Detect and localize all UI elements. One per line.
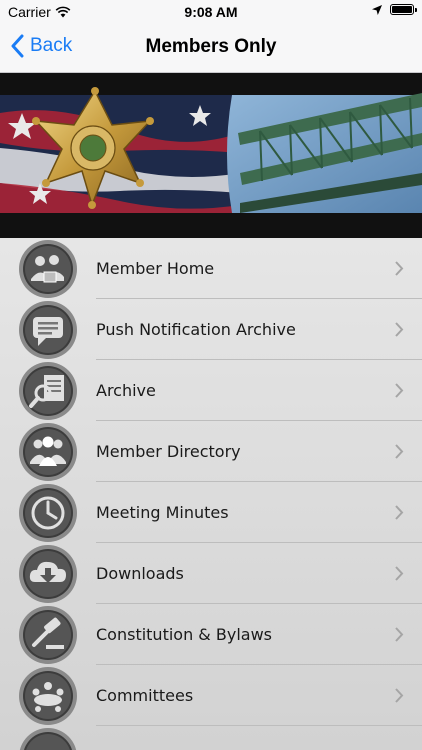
menu-item-archive[interactable]: Archive — [0, 360, 422, 421]
location-arrow-icon — [372, 4, 382, 15]
status-right-icons — [372, 4, 417, 15]
menu-item-member-home[interactable]: Member Home — [0, 238, 422, 299]
chevron-right-icon — [395, 566, 404, 581]
status-time: 9:08 AM — [184, 4, 238, 20]
chevron-right-icon — [395, 505, 404, 520]
page-title: Members Only — [145, 36, 277, 57]
menu-item-label: Constitution & Bylaws — [96, 625, 272, 644]
app-screen: Carrier 9:08 AM Back Members Only Member… — [0, 0, 422, 750]
gavel-icon — [18, 605, 78, 665]
meeting-table-icon — [18, 666, 78, 726]
menu-item-constitution-bylaws[interactable]: Constitution & Bylaws — [0, 604, 422, 665]
chevron-right-icon — [395, 627, 404, 642]
cloud-download-icon — [18, 544, 78, 604]
people-group-icon — [18, 422, 78, 482]
menu-item-label: Meeting Minutes — [96, 503, 229, 522]
menu-item-partial[interactable] — [0, 726, 422, 750]
member-home-icon — [18, 239, 78, 299]
banner-image — [0, 73, 422, 238]
menu-item-label: Push Notification Archive — [96, 320, 296, 339]
chevron-right-icon — [395, 261, 404, 276]
menu-item-label: Downloads — [96, 564, 184, 583]
header-banner — [0, 73, 422, 238]
menu-item-label: Member Home — [96, 259, 215, 278]
battery-icon — [390, 4, 417, 15]
menu-item-push-notification-archive[interactable]: Push Notification Archive — [0, 299, 422, 360]
top-bar: Carrier 9:08 AM Back Members Only — [0, 0, 422, 73]
menu-item-meeting-minutes[interactable]: Meeting Minutes — [0, 482, 422, 543]
menu-item-icon — [18, 727, 78, 750]
navigation-bar: Back Members Only — [0, 24, 422, 72]
chevron-right-icon — [395, 322, 404, 337]
clock-icon — [18, 483, 78, 543]
chevron-right-icon — [395, 688, 404, 703]
status-bar: Carrier 9:08 AM — [0, 0, 422, 24]
bridge-image — [227, 93, 422, 213]
menu-item-downloads[interactable]: Downloads — [0, 543, 422, 604]
chat-bubble-icon — [18, 300, 78, 360]
chevron-right-icon — [395, 444, 404, 459]
menu-item-member-directory[interactable]: Member Directory — [0, 421, 422, 482]
magnifier-document-icon — [18, 361, 78, 421]
menu-item-label: Member Directory — [96, 442, 241, 461]
menu-item-label: Committees — [96, 686, 194, 705]
menu-item-committees[interactable]: Committees — [0, 665, 422, 726]
menu-list: Member Home Push Notification Archive Ar… — [0, 238, 422, 750]
menu-item-label: Archive — [96, 381, 156, 400]
chevron-right-icon — [395, 383, 404, 398]
